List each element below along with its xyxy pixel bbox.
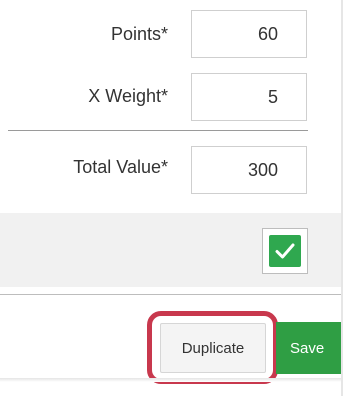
footer-divider — [0, 294, 341, 295]
x-weight-label: X Weight* — [88, 86, 168, 106]
points-input[interactable]: 60 — [191, 10, 307, 58]
x-weight-input[interactable]: 5 — [191, 73, 307, 121]
points-label: Points* — [110, 24, 168, 44]
form-panel: Points* 60 X Weight* 5 Total Value* 300 … — [0, 0, 343, 396]
save-button[interactable]: Save — [276, 322, 343, 374]
total-value-label: Total Value* — [73, 157, 168, 177]
total-value-input[interactable]: 300 — [191, 146, 307, 194]
section-divider — [8, 130, 308, 131]
duplicate-button[interactable]: Duplicate — [160, 323, 266, 373]
checkmark-icon — [269, 235, 301, 267]
footer-shadow — [0, 378, 343, 382]
enabled-checkbox[interactable] — [262, 228, 308, 274]
